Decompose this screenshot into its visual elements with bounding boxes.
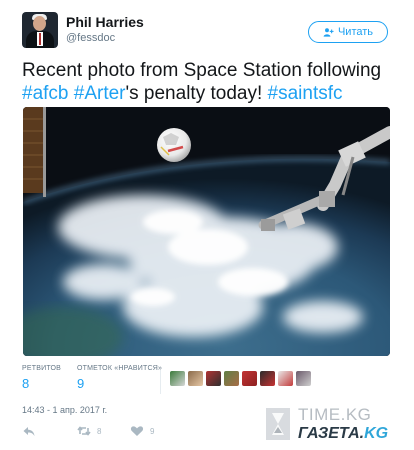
watermark-bottom-main: ГАЗЕТА. — [298, 425, 365, 442]
reply-icon — [23, 427, 35, 436]
follow-button[interactable]: Читать — [308, 21, 388, 43]
watermark-top-text: TIME.KG — [298, 405, 372, 424]
likes-label: ОТМЕТОК «НРАВИТСЯ» — [77, 365, 163, 372]
liker-avatar[interactable] — [260, 371, 275, 386]
tweet-text-part: 's penalty today! — [125, 83, 263, 104]
avatar[interactable] — [22, 12, 58, 48]
tweet-photo[interactable] — [23, 107, 390, 356]
follow-button-label: Читать — [337, 26, 374, 38]
like-action-count: 9 — [150, 426, 155, 436]
retweets-count[interactable]: 8 — [22, 376, 29, 391]
liker-avatar[interactable] — [242, 371, 257, 386]
reply-button[interactable] — [22, 425, 36, 437]
tweet-text-part: Recent photo from Space Station followin… — [22, 60, 382, 81]
hashtag-saintsfc[interactable]: #saintsfc — [268, 83, 343, 104]
site-watermark: TIME.KG ГАЗЕТА.KG — [262, 405, 412, 449]
liker-avatars — [170, 371, 311, 386]
tweet-timestamp[interactable]: 14:43 - 1 апр. 2017 г. — [22, 405, 107, 415]
follow-person-icon — [323, 27, 334, 37]
author-handle[interactable]: @fessdoc — [66, 32, 115, 44]
tweet-actions: 8 9 — [22, 425, 222, 441]
like-button[interactable]: 9 — [130, 425, 154, 437]
liker-avatar[interactable] — [170, 371, 185, 386]
tweet-text: Recent photo from Space Station followin… — [22, 59, 394, 105]
watermark-bottom-text: ГАЗЕТА.KG — [298, 425, 388, 443]
retweet-icon — [77, 426, 91, 436]
watermark-bottom-tail: KG — [364, 425, 389, 442]
likes-count[interactable]: 9 — [77, 376, 84, 391]
hashtag-arter[interactable]: #Arter — [74, 83, 126, 104]
hashtag-afcb[interactable]: #afcb — [22, 83, 68, 104]
avatar-face — [33, 16, 46, 31]
liker-avatar[interactable] — [188, 371, 203, 386]
retweet-action-count: 8 — [97, 426, 102, 436]
watermark-hourglass-icon — [266, 408, 290, 440]
avatar-tie — [39, 33, 41, 45]
liker-avatar[interactable] — [224, 371, 239, 386]
retweet-button[interactable]: 8 — [77, 425, 101, 437]
tweet-card: Phil Harries @fessdoc Читать Recent phot… — [0, 0, 414, 450]
liker-avatar[interactable] — [296, 371, 311, 386]
liker-avatar[interactable] — [278, 371, 293, 386]
stats-divider — [160, 370, 161, 394]
author-name[interactable]: Phil Harries — [66, 14, 144, 30]
space-station-earth-photo — [23, 107, 390, 356]
liker-avatar[interactable] — [206, 371, 221, 386]
like-heart-icon — [130, 426, 144, 436]
retweets-label: РЕТВИТОВ — [22, 365, 61, 372]
